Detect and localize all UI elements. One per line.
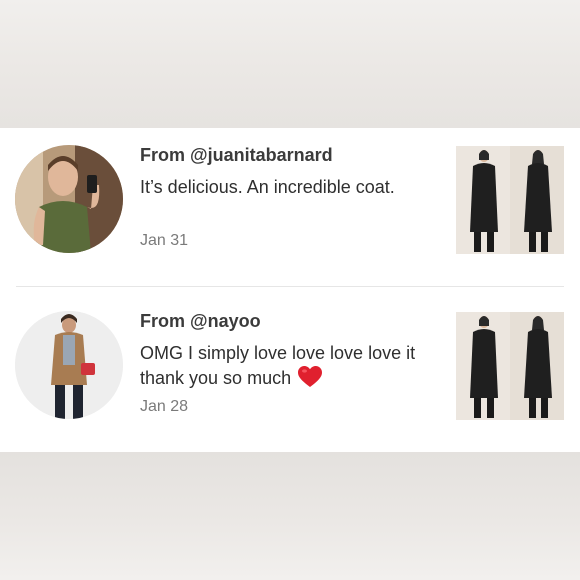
review-date: Jan 31 <box>140 232 189 249</box>
review-item: From @nayoo OMG I simply love love love … <box>0 294 580 454</box>
review-item: From @juanitabarnard It’s delicious. An … <box>0 128 580 288</box>
coat-photo-icon <box>456 312 564 420</box>
reviewer-avatar[interactable] <box>15 311 123 419</box>
avatar-photo-icon <box>15 311 123 419</box>
review-message-text: OMG I simply love love love love it than… <box>140 343 416 388</box>
avatar-photo-icon <box>15 145 123 253</box>
review-list: From @juanitabarnard It’s delicious. An … <box>0 128 580 452</box>
heart-icon <box>298 366 323 395</box>
review-message: OMG I simply love love love love it than… <box>140 341 430 395</box>
review-date: Jan 28 <box>140 398 189 415</box>
background-blur-bottom <box>0 452 580 580</box>
username-link[interactable]: @nayoo <box>190 311 261 331</box>
coat-photo-icon <box>456 146 564 254</box>
background-blur-top <box>0 0 580 128</box>
review-author: From @juanitabarnard <box>140 145 333 166</box>
review-message: It’s delicious. An incredible coat. <box>140 177 395 197</box>
reviewer-avatar[interactable] <box>15 145 123 253</box>
product-thumbnail[interactable] <box>456 146 564 254</box>
username-link[interactable]: @juanitabarnard <box>190 145 333 165</box>
review-author: From @nayoo <box>140 311 261 332</box>
from-label: From <box>140 145 191 165</box>
review-divider <box>16 286 564 287</box>
product-thumbnail[interactable] <box>456 312 564 420</box>
from-label: From <box>140 311 191 331</box>
